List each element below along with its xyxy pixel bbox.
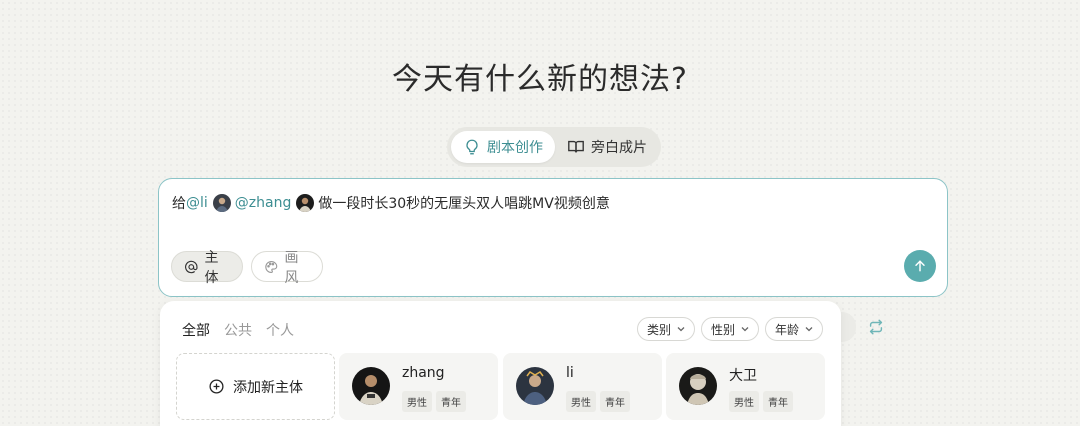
prompt-text[interactable]: 给 @li @zhang 做一段时长30秒的无厘头双人唱跳MV视频创意 (172, 193, 610, 213)
prompt-prefix: 给 (172, 196, 186, 212)
prompt-composer[interactable]: 给 @li @zhang 做一段时长30秒的无厘头双人唱跳MV视频创意 主体 画… (158, 178, 948, 297)
mode-switch: 剧本创作 旁白成片 (447, 127, 661, 167)
avatar (516, 367, 554, 405)
subject-button[interactable]: 主体 (171, 250, 243, 286)
avatar-zhang (296, 194, 315, 212)
character-card-zhang[interactable]: zhang 男性 青年 (339, 353, 498, 420)
lightbulb-icon (466, 139, 478, 155)
filter-label: 性别 (711, 322, 736, 337)
character-tags: 男性 青年 (402, 391, 466, 412)
filter-label: 年龄 (775, 322, 800, 337)
character-tags: 男性 青年 (566, 391, 630, 412)
avatar (679, 367, 717, 405)
avatar-li (212, 194, 231, 212)
tag-gender: 男性 (402, 391, 432, 412)
tag-age: 青年 (600, 391, 630, 412)
send-button[interactable] (904, 250, 936, 282)
subject-label: 主体 (204, 249, 219, 286)
page-title: 今天有什么新的想法? (392, 62, 688, 97)
tab-personal[interactable]: 个人 (266, 320, 294, 340)
tag-age: 青年 (436, 391, 466, 412)
style-label: 画风 (284, 249, 299, 286)
arrow-up-icon (915, 260, 925, 272)
mention-zhang[interactable]: @zhang (235, 195, 292, 211)
character-tags: 男性 青年 (729, 391, 793, 412)
tab-script-creation[interactable]: 剧本创作 (451, 131, 555, 163)
avatar (352, 367, 390, 405)
chevron-down-icon (805, 327, 813, 332)
at-sign-icon (185, 260, 198, 273)
filter-label: 类别 (647, 322, 672, 337)
tab-label: 剧本创作 (487, 140, 543, 156)
subject-picker-panel: 全部 公共 个人 类别 性别 年龄 添加新主体 zhang 男性 青年 li 男… (160, 301, 841, 426)
filter-category[interactable]: 类别 (637, 317, 696, 341)
character-card-li[interactable]: li 男性 青年 (503, 353, 662, 420)
character-name: 大卫 (729, 368, 757, 384)
filter-gender[interactable]: 性别 (701, 317, 760, 341)
art-style-button[interactable]: 画风 (251, 250, 323, 286)
palette-icon (265, 260, 278, 273)
filter-age[interactable]: 年龄 (765, 317, 824, 341)
tab-public[interactable]: 公共 (224, 320, 252, 340)
character-name: zhang (402, 365, 445, 381)
chevron-down-icon (741, 327, 749, 332)
mention-li[interactable]: @li (186, 195, 208, 211)
add-subject-button[interactable]: 添加新主体 (176, 353, 335, 420)
plus-circle-icon (209, 379, 224, 394)
filter-bar: 类别 性别 年龄 (637, 317, 824, 341)
tab-label: 旁白成片 (591, 140, 647, 156)
refresh-icon[interactable] (867, 318, 885, 336)
add-subject-label: 添加新主体 (233, 379, 303, 396)
tag-gender: 男性 (729, 391, 759, 412)
tag-age: 青年 (763, 391, 793, 412)
panel-tabs: 全部 公共 个人 (182, 320, 294, 340)
tab-narration-video[interactable]: 旁白成片 (557, 131, 657, 163)
prompt-suffix: 做一段时长30秒的无厘头双人唱跳MV视频创意 (318, 196, 610, 212)
open-book-icon (568, 140, 584, 153)
tag-gender: 男性 (566, 391, 596, 412)
character-name: li (566, 365, 574, 381)
tab-all[interactable]: 全部 (182, 320, 210, 340)
character-card-david[interactable]: 大卫 男性 青年 (666, 353, 825, 420)
chevron-down-icon (677, 327, 685, 332)
